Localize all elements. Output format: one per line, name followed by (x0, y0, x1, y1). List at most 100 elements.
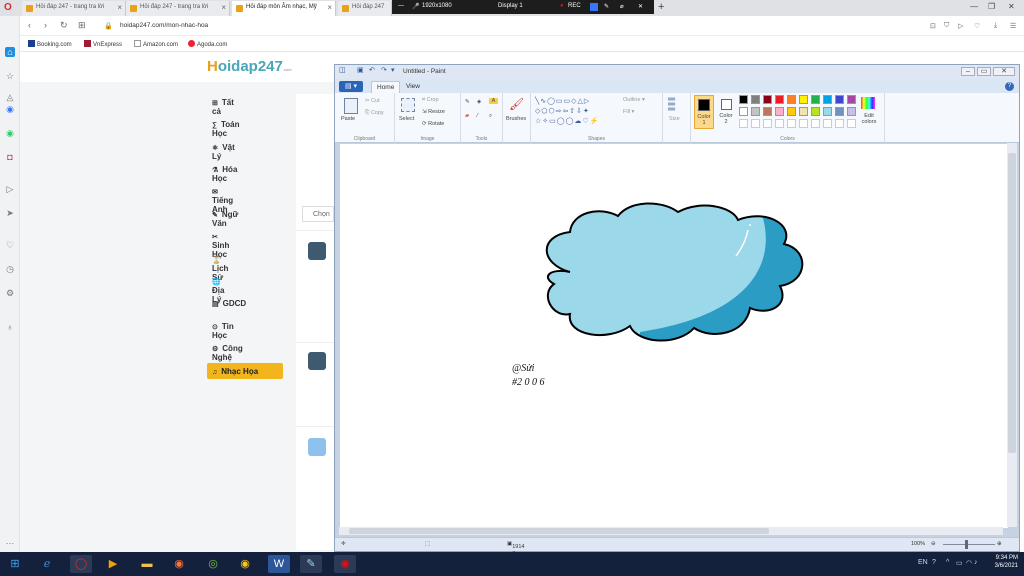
clock[interactable]: 9:34 PM 3/6/2021 (995, 554, 1018, 570)
horizontal-scroll-thumb[interactable] (349, 528, 769, 534)
shield-icon[interactable]: ⛉ (944, 22, 949, 30)
tab-view[interactable]: View (401, 81, 425, 93)
crop-button[interactable]: ⌗ Crop (422, 97, 439, 104)
send-icon[interactable]: ➤ (5, 208, 15, 218)
palette-swatch[interactable] (787, 107, 796, 116)
palette-swatch-empty[interactable] (835, 119, 844, 128)
subject-item[interactable]: ⚛ Vật Lý (212, 143, 235, 161)
palette-swatch[interactable] (823, 107, 832, 116)
paste-button[interactable]: Paste (341, 116, 355, 122)
whatsapp-icon[interactable]: ◉ (5, 128, 15, 138)
rotate-button[interactable]: ⟳ Rotate (422, 121, 444, 127)
firefox-icon[interactable]: ◉ (168, 555, 190, 573)
send-icon[interactable]: ▷ (958, 22, 963, 30)
browser-tab[interactable]: Hỏi đáp 247 - trang tra lời × (22, 1, 126, 16)
browser-tab-active[interactable]: Hỏi đáp môn Âm nhạc, Mỹ × (232, 1, 336, 16)
palette-swatch[interactable] (763, 107, 772, 116)
question-card[interactable] (296, 426, 334, 496)
palette-swatch-empty[interactable] (751, 119, 760, 128)
pen-icon[interactable]: ✎ (604, 3, 609, 10)
tray-expand-icon[interactable]: ^ (946, 559, 949, 566)
palette-swatch[interactable] (739, 95, 748, 104)
undo-icon[interactable]: ↶ (369, 67, 376, 75)
filter-select[interactable]: Chọn (302, 206, 334, 222)
palette-swatch[interactable] (799, 95, 808, 104)
minimize-recorder-icon[interactable]: — (398, 3, 404, 9)
browser-tab[interactable]: Hỏi đáp 247 (338, 1, 392, 16)
opera-logo-icon[interactable]: O (4, 2, 12, 13)
size-button[interactable]: Size (669, 116, 680, 122)
zoom-slider-thumb[interactable] (965, 540, 968, 549)
edge-icon[interactable]: ℯ (36, 555, 58, 573)
bookmark-amazon[interactable]: Amazon.com (134, 40, 178, 48)
palette-swatch-empty[interactable] (763, 119, 772, 128)
close-recorder-icon[interactable]: ✕ (638, 3, 643, 10)
microphone-icon[interactable]: 🎤 (412, 3, 419, 10)
minimize-icon[interactable]: — (970, 2, 978, 11)
color2-selector[interactable]: Color 2 (717, 95, 737, 129)
picker-icon[interactable]: ⁄ (477, 113, 478, 119)
reload-icon[interactable]: ↻ (60, 20, 68, 31)
palette-swatch[interactable] (823, 95, 832, 104)
subject-item[interactable]: ⚗ Hóa Học (212, 165, 237, 183)
user-avatar[interactable] (308, 352, 326, 370)
star-icon[interactable]: ☆ (5, 71, 15, 81)
palette-swatch-empty[interactable] (739, 119, 748, 128)
paint-close-icon[interactable]: ✕ (993, 67, 1015, 76)
home-icon[interactable]: ⌂ (5, 47, 15, 57)
cut-button[interactable]: ✂ Cut (365, 98, 380, 104)
subject-item-active[interactable]: ♫ Nhạc Họa (207, 363, 283, 379)
palette-swatch-empty[interactable] (799, 119, 808, 128)
pointer-icon[interactable] (590, 3, 598, 11)
chrome-icon[interactable]: ◉ (234, 555, 256, 573)
new-tab-icon[interactable]: + (658, 1, 664, 13)
pencil-icon[interactable]: ✎ (465, 99, 470, 105)
zoom-in-icon[interactable]: ⊕ (997, 541, 1002, 547)
opera-taskbar-icon[interactable]: ◯ (70, 555, 92, 573)
fill-icon[interactable]: ◈ (477, 99, 481, 105)
close-tab-icon[interactable]: × (327, 3, 332, 12)
paint-maximize-icon[interactable]: ▭ (977, 67, 991, 76)
subject-item[interactable]: ⚙ Công Nghệ (212, 344, 243, 362)
palette-swatch[interactable] (739, 107, 748, 116)
drawing-canvas[interactable]: @Sửi #2 0 0 6 (340, 144, 1008, 528)
file-explorer-icon[interactable]: ▬ (136, 555, 158, 573)
palette-swatch[interactable] (799, 107, 808, 116)
close-tab-icon[interactable]: × (117, 3, 122, 12)
player-icon[interactable]: ▷ (5, 184, 15, 194)
download-icon[interactable]: ⤓ (994, 22, 997, 30)
palette-swatch[interactable] (763, 95, 772, 104)
palette-swatch[interactable] (775, 107, 784, 116)
copy-button[interactable]: ⎘ Copy (365, 110, 384, 117)
help-tray-icon[interactable]: ? (932, 559, 936, 566)
color1-selector[interactable]: Color 1 (694, 95, 714, 129)
subject-item[interactable]: ⊙ Tin Học (212, 322, 234, 340)
speed-dial-icon[interactable]: ⊞ (78, 20, 86, 31)
palette-swatch[interactable] (751, 107, 760, 116)
resize-button[interactable]: ⇲ Resize (422, 109, 445, 115)
settings-icon[interactable]: ⚙ (5, 288, 15, 298)
tab-home[interactable]: Home (371, 81, 401, 93)
magnifier-icon[interactable]: ⌕ (489, 113, 492, 120)
zoom-slider[interactable] (943, 544, 995, 545)
fill-button[interactable]: Fill ▾ (623, 109, 634, 115)
eraser-icon[interactable]: ▰ (465, 113, 469, 119)
record-dot-icon[interactable]: ● (560, 3, 564, 9)
maps-icon[interactable]: ◬ (5, 92, 15, 102)
palette-swatch-empty[interactable] (847, 119, 856, 128)
vertical-scroll-thumb[interactable] (1008, 153, 1016, 453)
url-input[interactable]: hoidap247.com/mon-nhac-hoa (120, 22, 208, 29)
palette-swatch[interactable] (835, 95, 844, 104)
paint-minimize-icon[interactable]: – (961, 67, 975, 76)
user-avatar[interactable] (308, 438, 326, 456)
save-icon[interactable]: ▣ (357, 67, 364, 75)
bookmark-vnexpress[interactable]: VnExpress (84, 40, 122, 48)
history-icon[interactable]: ◷ (5, 264, 15, 274)
start-icon[interactable]: ⊞ (4, 555, 26, 573)
subject-item[interactable]: ∑ Toán Học (212, 120, 240, 138)
horizontal-scrollbar[interactable] (339, 527, 1003, 535)
customize-icon[interactable]: ▾ (391, 67, 398, 75)
messenger-icon[interactable]: ◉ (5, 104, 15, 114)
text-icon[interactable]: A (489, 98, 498, 104)
palette-swatch-empty[interactable] (787, 119, 796, 128)
